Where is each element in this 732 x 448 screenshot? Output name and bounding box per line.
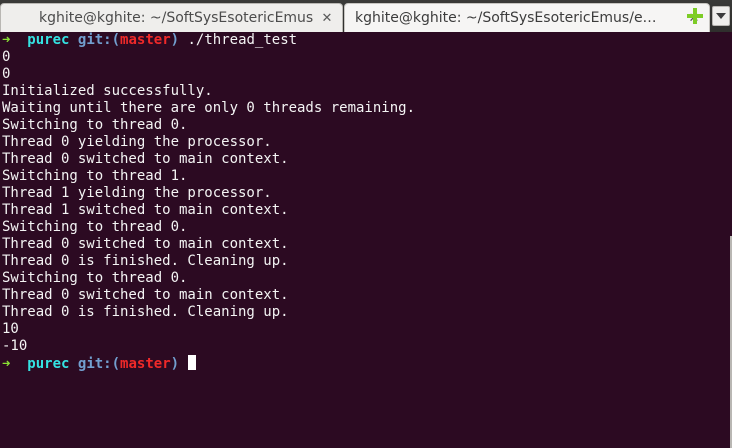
prompt-lparen: ( [111, 32, 121, 48]
output-line: Thread 1 switched to main context. [2, 202, 289, 218]
output-line: Initialized successfully. [2, 83, 213, 99]
prompt-git-label: git: [77, 32, 112, 48]
prompt-branch: master [120, 356, 171, 372]
output-line: Thread 0 yielding the processor. [2, 134, 272, 150]
terminal-window: kghite@kghite: ~/SoftSysEsotericEmus ✕ k… [0, 0, 732, 448]
output-line: Thread 0 is finished. Cleaning up. [2, 253, 289, 269]
output-line: Switching to thread 0. [2, 117, 188, 133]
tab-1[interactable]: kghite@kghite: ~/SoftSysEsotericEmus ✕ [0, 3, 343, 32]
prompt-line-current: ➜ purec git:(master) [2, 355, 730, 372]
prompt-arrow-icon: ➜ [2, 356, 11, 372]
tab-1-close-icon[interactable]: ✕ [319, 10, 335, 26]
prompt-line-command: ➜ purec git:(master) ./thread_test [2, 32, 730, 49]
output-line: Thread 0 switched to main context. [2, 287, 289, 303]
command-text: ./thread_test [187, 32, 298, 48]
text-cursor [187, 355, 196, 370]
terminal-output[interactable]: ➜ purec git:(master) ./thread_test 0 0 I… [0, 32, 730, 448]
output-line: 0 [2, 66, 11, 82]
tab-bar: kghite@kghite: ~/SoftSysEsotericEmus ✕ k… [0, 0, 732, 32]
tab-2-title: kghite@kghite: ~/SoftSysEsotericEmus/e… [355, 10, 657, 26]
prompt-lparen: ( [111, 356, 121, 372]
output-line: Switching to thread 1. [2, 168, 188, 184]
output-line: -10 [2, 338, 28, 354]
output-line: Switching to thread 0. [2, 219, 188, 235]
prompt-branch: master [120, 32, 171, 48]
output-line: Thread 0 switched to main context. [2, 151, 289, 167]
chevron-down-icon[interactable] [712, 6, 730, 26]
output-line: 0 [2, 49, 11, 65]
prompt-dir: purec [27, 32, 70, 48]
output-line: Thread 1 yielding the processor. [2, 185, 272, 201]
tab-2[interactable]: kghite@kghite: ~/SoftSysEsotericEmus/e… … [344, 3, 710, 32]
output-line: Switching to thread 0. [2, 270, 188, 286]
output-line: 10 [2, 321, 19, 337]
prompt-rparen: ) [170, 356, 180, 372]
prompt-arrow-icon: ➜ [2, 32, 11, 48]
output-line: Thread 0 switched to main context. [2, 236, 289, 252]
output-line: Waiting until there are only 0 threads r… [2, 100, 416, 116]
tab-1-title: kghite@kghite: ~/SoftSysEsotericEmus [39, 10, 314, 26]
plus-icon[interactable] [687, 8, 703, 24]
prompt-dir: purec [27, 356, 70, 372]
output-line: Thread 0 is finished. Cleaning up. [2, 304, 289, 320]
prompt-git-label: git: [77, 356, 112, 372]
prompt-rparen: ) [170, 32, 180, 48]
